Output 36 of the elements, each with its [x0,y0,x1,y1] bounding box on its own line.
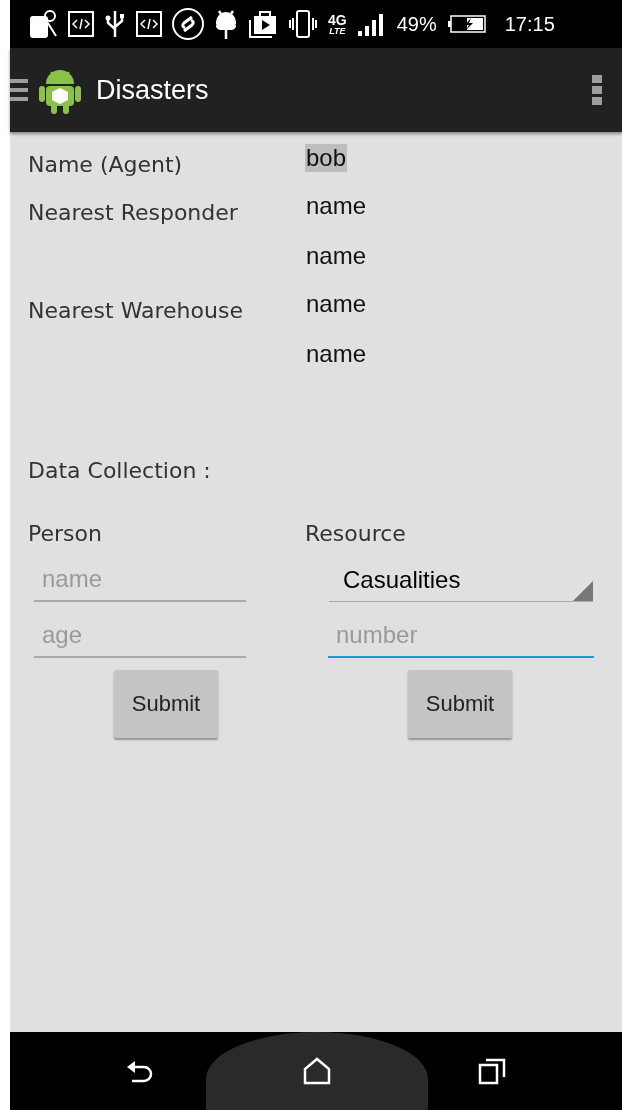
column-heading: Person [28,521,103,546]
info-value: bob [305,144,348,172]
vibrate-icon [288,9,318,39]
clock-time: 17:15 [504,12,555,36]
info-value: name [305,192,368,220]
input-field[interactable]: age [34,614,246,658]
battery-charging-icon [446,14,487,34]
info-value: name [305,290,368,318]
menu-icon[interactable] [10,77,28,103]
network-sub: LTE [329,26,346,36]
info-label: Nearest Warehouse [28,297,244,323]
info-value: name [305,242,368,270]
sim-key-icon [28,8,58,40]
info-label: Nearest Responder [28,199,239,225]
app-title: Disasters [96,74,210,106]
android-head-icon [214,8,238,40]
input-field[interactable]: number [328,614,594,658]
info-value: name [305,340,368,368]
code-icon [68,11,94,37]
s-logo-icon [172,8,204,40]
dropdown[interactable]: Casualities [329,558,593,602]
info-label: Name (Agent) [28,151,184,177]
section-title: Data Collection : [28,458,212,483]
column-heading: Resource [305,521,407,546]
video-bag-icon [248,10,278,38]
network-type: 4G [328,12,347,27]
dropdown-arrow-icon [573,581,593,601]
recent-apps-icon[interactable] [478,1057,506,1085]
submit-button[interactable]: Submit [408,670,512,738]
code-icon [136,11,162,37]
battery-percent: 49% [396,12,437,36]
input-field[interactable]: name [34,558,246,602]
home-icon [303,1057,331,1085]
submit-button[interactable]: Submit [114,670,218,738]
usb-icon [104,9,126,39]
overflow-menu-icon[interactable] [592,74,602,106]
